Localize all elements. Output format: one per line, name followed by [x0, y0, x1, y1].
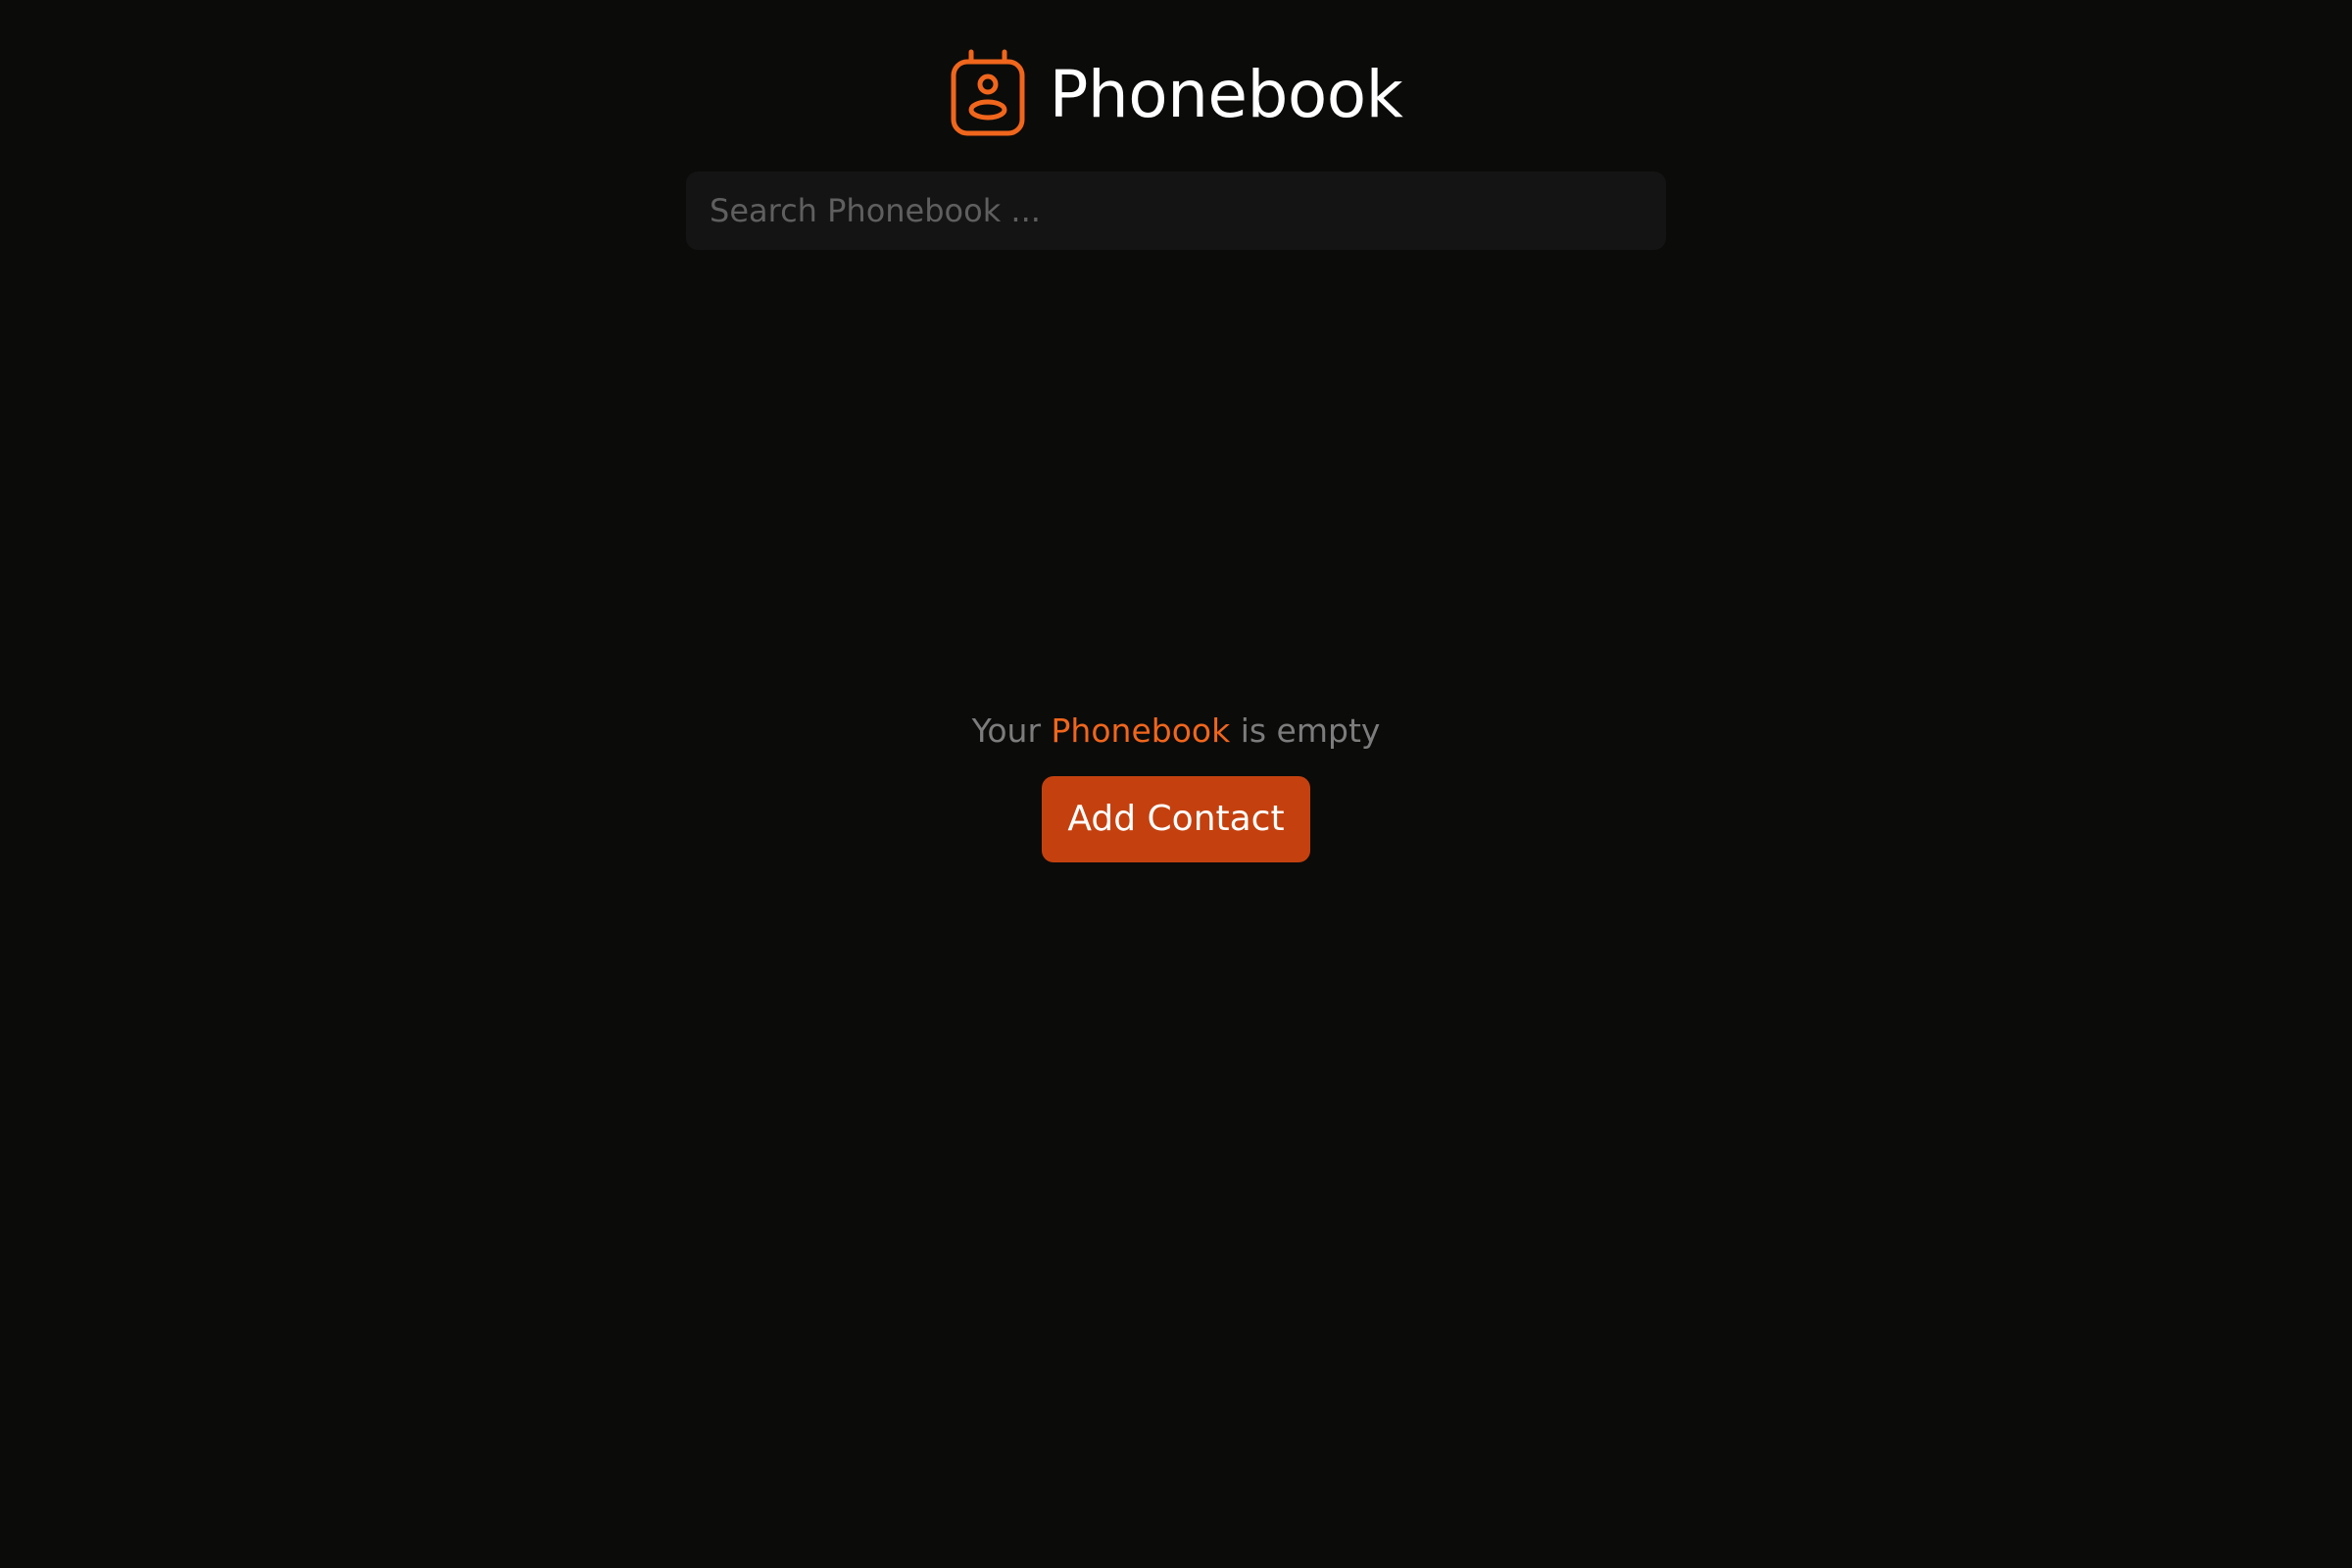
contact-badge-icon	[951, 49, 1025, 136]
phonebook-page: Phonebook Your Phonebook is empty Add Co…	[0, 0, 2352, 1568]
search-bar	[686, 172, 1666, 250]
app-title: Phonebook	[1049, 57, 1403, 132]
search-input[interactable]	[686, 172, 1666, 250]
empty-state: Your Phonebook is empty Add Contact	[0, 708, 2352, 862]
empty-state-brand: Phonebook	[1051, 711, 1231, 750]
add-contact-button[interactable]: Add Contact	[1042, 776, 1310, 862]
empty-state-message: Your Phonebook is empty	[0, 708, 2352, 755]
empty-state-prefix: Your	[971, 711, 1042, 750]
empty-state-suffix: is empty	[1240, 711, 1381, 750]
app-header: Phonebook	[0, 49, 2352, 137]
